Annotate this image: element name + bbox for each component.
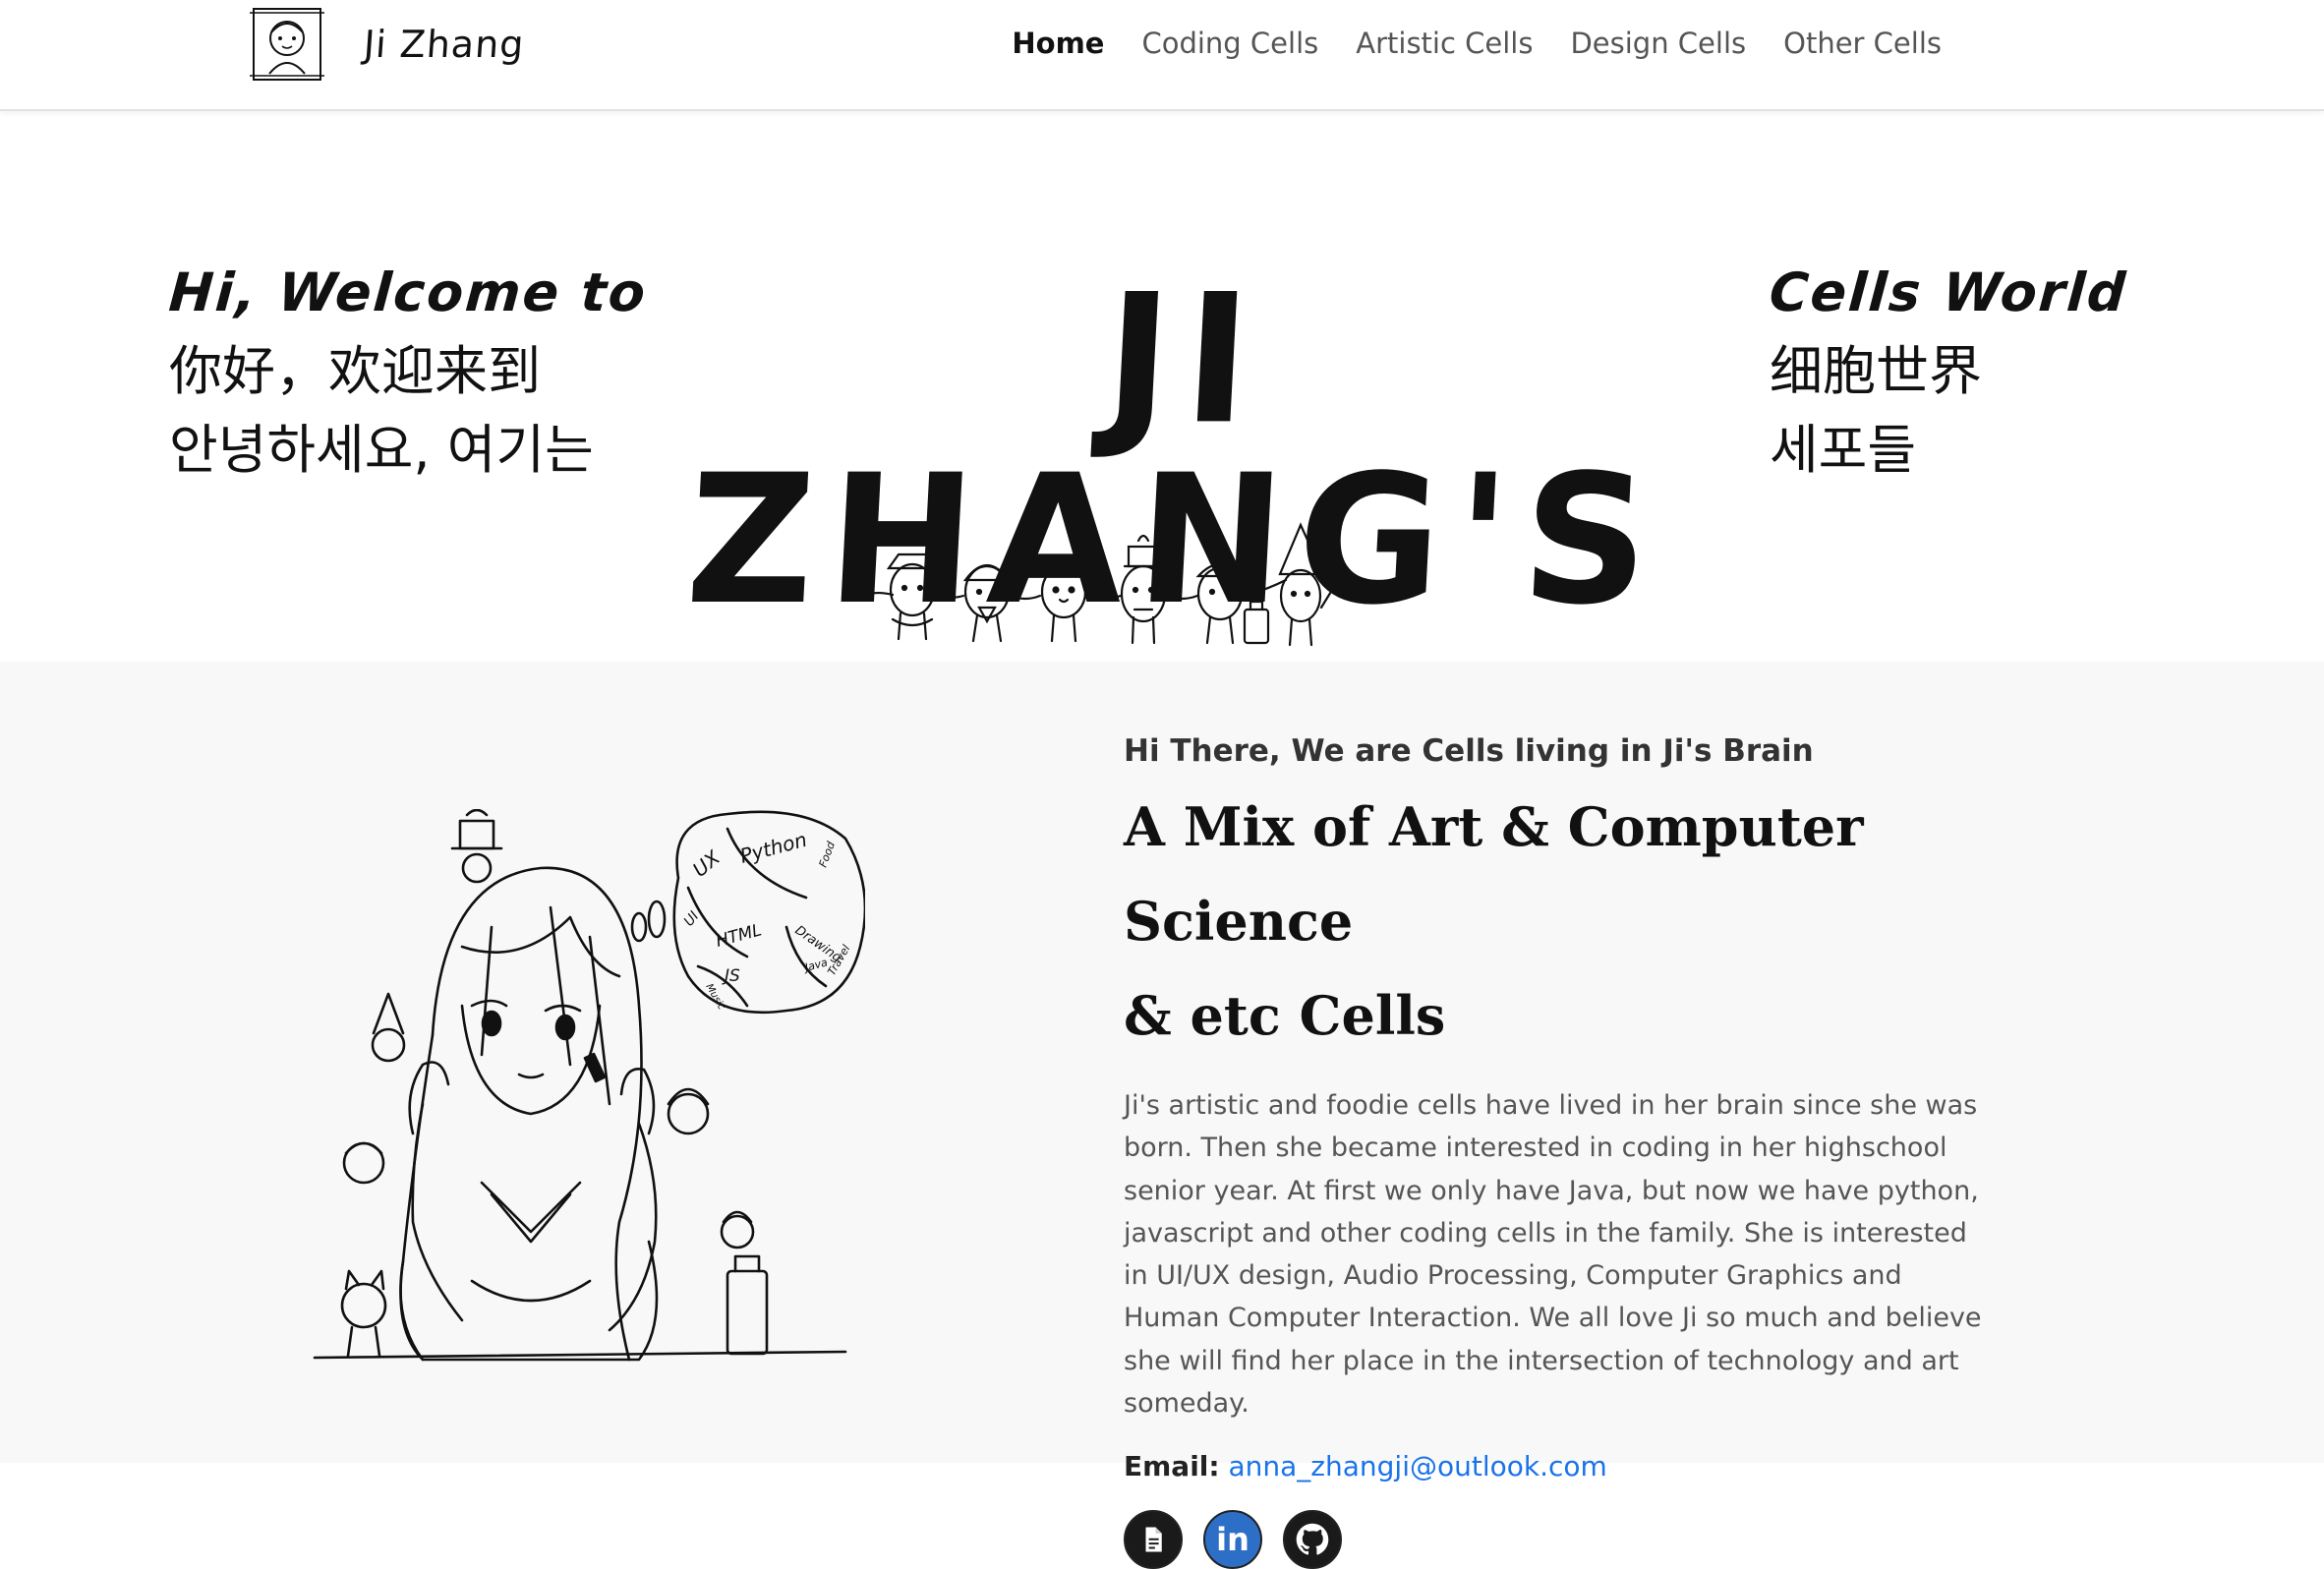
- email-line: Email: anna_zhangji@outlook.com: [1124, 1450, 1989, 1482]
- nav-link-other-cells[interactable]: Other Cells: [1765, 22, 1960, 65]
- brand-home-link[interactable]: Ji Zhang: [248, 6, 526, 83]
- nav-link-artistic-cells[interactable]: Artistic Cells: [1337, 22, 1551, 65]
- svg-text:Food: Food: [817, 839, 839, 869]
- about-content: Hi There, We are Cells living in Ji's Br…: [1124, 730, 1989, 1569]
- svg-text:JS: JS: [722, 966, 740, 986]
- hero-welcome-right: Cells World 细胞世界 세포들: [1767, 254, 2129, 490]
- hero-welcome-ko: 안녕하세요, 여기는: [169, 419, 594, 481]
- about-heading-line-2: & etc Cells: [1124, 984, 1446, 1047]
- about-heading-line-1: A Mix of Art & Computer Science: [1124, 795, 1864, 953]
- hero-welcome-left: Hi, Welcome to 你好，欢迎来到 안녕하세요, 여기는: [166, 254, 650, 490]
- hero-cells-world-zh: 细胞世界: [1770, 340, 1982, 402]
- brand-name: Ji Zhang: [362, 23, 526, 66]
- about-section: UX UI Python HTML JS Drawing Food Java T…: [0, 662, 2324, 1569]
- about-kicker: Hi There, We are Cells living in Ji's Br…: [1124, 733, 1814, 769]
- doodle-portrait-icon: [250, 8, 324, 81]
- hero-welcome-en: Hi, Welcome to: [166, 262, 650, 323]
- hero-section: Hi, Welcome to 你好，欢迎来到 안녕하세요, 여기는 JI ZHA…: [0, 111, 2324, 662]
- resume-link[interactable]: [1124, 1510, 1183, 1569]
- about-paragraph: Ji's artistic and foodie cells have live…: [1124, 1090, 1982, 1420]
- nav-link-coding-cells[interactable]: Coding Cells: [1123, 22, 1337, 65]
- nav-link-design-cells[interactable]: Design Cells: [1551, 22, 1765, 65]
- github-link[interactable]: [1283, 1510, 1342, 1569]
- linkedin-icon: in: [1216, 1521, 1249, 1559]
- hero-welcome-zh: 你好，欢迎来到: [169, 340, 541, 402]
- nav-link-home[interactable]: Home: [993, 22, 1123, 65]
- top-navbar: Ji Zhang Home Coding Cells Artistic Cell…: [0, 0, 2324, 111]
- github-icon: [1296, 1524, 1329, 1555]
- girl-with-cells-illustration: UX UI Python HTML JS Drawing Food Java T…: [313, 809, 865, 1362]
- email-label: Email:: [1124, 1450, 1220, 1483]
- svg-text:HTML: HTML: [714, 920, 764, 952]
- cells-holding-hands-illustration: [856, 522, 1343, 647]
- document-icon: [1145, 1527, 1162, 1552]
- social-links: in: [1124, 1510, 1989, 1569]
- svg-text:UX: UX: [688, 844, 726, 881]
- email-link[interactable]: anna_zhangji@outlook.com: [1229, 1450, 1607, 1482]
- nav-links: Home Coding Cells Artistic Cells Design …: [993, 22, 1960, 65]
- hero-cells-world-ko: 세포들: [1770, 419, 1917, 481]
- about-heading: A Mix of Art & Computer Science & etc Ce…: [1124, 780, 1989, 1063]
- linkedin-link[interactable]: in: [1203, 1510, 1262, 1569]
- svg-text:Python: Python: [737, 828, 809, 868]
- hero-cells-world-en: Cells World: [1767, 262, 2129, 323]
